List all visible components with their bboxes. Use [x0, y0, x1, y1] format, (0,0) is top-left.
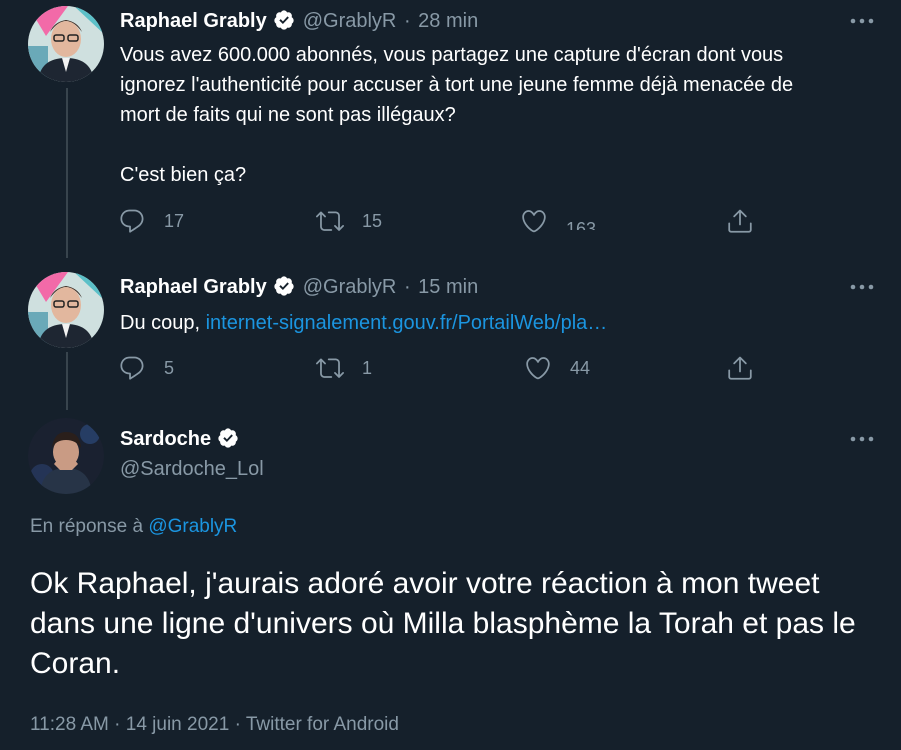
- reply-button[interactable]: 5: [118, 354, 174, 382]
- reply-count: 5: [164, 357, 175, 378]
- tweet-2[interactable]: Raphael Grably @GrablyR · 15 min Du coup,…: [0, 256, 901, 406]
- reply-button[interactable]: 17: [118, 207, 184, 235]
- tweet-footer[interactable]: 11:28 AM · 14 juin 2021 · Twitter for An…: [30, 714, 399, 736]
- share-icon: [728, 356, 752, 380]
- retweet-icon: [316, 211, 344, 231]
- tweet-text: Du coup, internet-signalement.gouv.fr/Po…: [120, 308, 890, 338]
- avatar[interactable]: [28, 272, 104, 348]
- author-handle[interactable]: @Sardoche_Lol: [120, 458, 264, 480]
- main-name-row: Sardoche: [120, 426, 239, 456]
- share-icon: [728, 209, 752, 233]
- reply-to-prefix: En réponse à: [30, 516, 144, 537]
- retweet-button[interactable]: 15: [316, 207, 382, 235]
- tweet-text: Vous avez 600.000 abonnés, vous partagez…: [120, 44, 794, 186]
- main-tweet-text: Ok Raphael, j'aurais adoré avoir votre r…: [30, 567, 856, 680]
- verified-icon: [273, 275, 295, 304]
- like-icon: [522, 210, 546, 233]
- verified-icon: [217, 427, 239, 456]
- tweet-header: Raphael Grably @GrablyR · 28 min: [120, 8, 478, 38]
- reply-count: 17: [164, 210, 185, 231]
- retweet-icon: [316, 358, 344, 378]
- main-handle-row: @Sardoche_Lol: [120, 456, 264, 482]
- author-name[interactable]: Sardoche: [120, 428, 211, 450]
- reply-to-line: En réponse à @GrablyR: [30, 516, 237, 538]
- reply-icon: [120, 209, 144, 233]
- more-icon[interactable]: [847, 8, 877, 34]
- retweet-button[interactable]: 1: [316, 354, 372, 382]
- verified-icon: [273, 9, 295, 38]
- tweet-1[interactable]: Raphael Grably @GrablyR · 28 min Vous ave…: [0, 0, 901, 256]
- retweet-count: 1: [362, 357, 373, 378]
- text-prefix: Du coup,: [120, 312, 206, 334]
- like-button[interactable]: 163: [520, 207, 596, 235]
- timestamp[interactable]: 15 min: [418, 276, 478, 298]
- author-name[interactable]: Raphael Grably: [120, 276, 267, 298]
- author-handle[interactable]: @GrablyR: [303, 10, 397, 32]
- separator: ·: [403, 276, 411, 298]
- like-count: 163: [566, 219, 597, 230]
- author-handle[interactable]: @GrablyR: [303, 276, 397, 298]
- tweet-actions: 17 15 163: [118, 207, 888, 237]
- more-icon[interactable]: [847, 426, 877, 452]
- reply-icon: [120, 356, 144, 380]
- retweet-count: 15: [362, 210, 383, 231]
- author-name[interactable]: Raphael Grably: [120, 10, 267, 32]
- tweet-link[interactable]: internet-signalement.gouv.fr/PortailWeb/…: [206, 312, 608, 334]
- like-count: 44: [570, 357, 591, 378]
- share-button[interactable]: [726, 207, 772, 235]
- like-button[interactable]: 44: [524, 354, 590, 382]
- more-icon[interactable]: [847, 274, 877, 300]
- tweet-actions: 5 1 44: [118, 354, 888, 384]
- share-button[interactable]: [726, 354, 772, 382]
- avatar[interactable]: [28, 6, 104, 82]
- avatar[interactable]: [28, 418, 104, 494]
- like-icon: [526, 357, 550, 380]
- timestamp[interactable]: 28 min: [418, 10, 478, 32]
- reply-to-handle[interactable]: @GrablyR: [148, 516, 237, 537]
- separator: ·: [403, 10, 411, 32]
- tweet-header: Raphael Grably @GrablyR · 15 min: [120, 274, 478, 304]
